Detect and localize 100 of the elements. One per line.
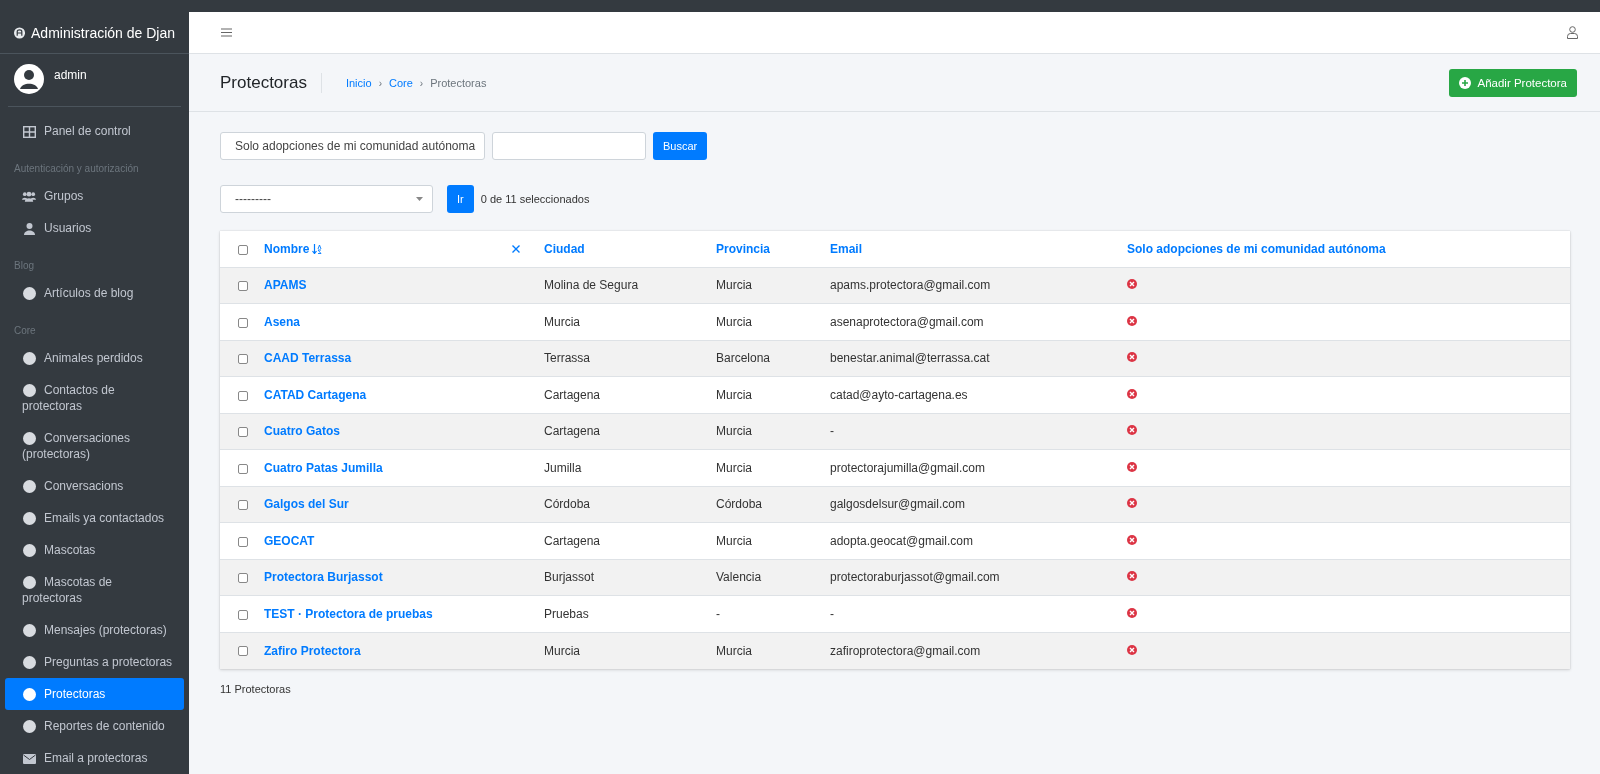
breadcrumb-current[interactable]: Protectoras [430, 77, 487, 89]
name-link[interactable]: Asena [264, 314, 301, 329]
city-cell: Cartagena [536, 413, 708, 450]
row-checkbox[interactable] [238, 573, 248, 584]
province-cell: Murcia [708, 376, 822, 413]
sidebar-section-label: Core [13, 324, 37, 338]
row-checkbox[interactable] [238, 463, 248, 474]
users-icon [22, 191, 36, 203]
envelope-icon [22, 753, 36, 764]
sidebar-item[interactable]: Mascotas de protectoras [5, 566, 184, 614]
email-cell: galgosdelsur@gmail.com [822, 486, 1119, 523]
email-cell: adopta.geocat@gmail.com [822, 522, 1119, 559]
go-button[interactable]: Ir [447, 185, 474, 213]
avatar-icon [14, 64, 44, 94]
name-link[interactable]: GEOCAT [264, 533, 315, 548]
close-icon[interactable] [512, 244, 520, 253]
add-button[interactable]: Añadir Protectora [1448, 69, 1577, 97]
row-checkbox[interactable] [238, 281, 248, 292]
province-cell: Murcia [708, 449, 822, 486]
email-cell: - [822, 413, 1119, 450]
column-header[interactable]: Nombre [264, 241, 310, 256]
row-checkbox[interactable] [238, 390, 248, 401]
province-cell: Barcelona [708, 340, 822, 377]
sidebar-item[interactable]: Animales perdidos [5, 342, 184, 374]
sidebar-item[interactable]: Conversacions [5, 470, 184, 502]
email-cell: apams.protectora@gmail.com [822, 267, 1119, 304]
row-checkbox[interactable] [238, 427, 248, 438]
sidebar-item[interactable]: Artículos de blog [5, 277, 184, 309]
grid-icon [22, 125, 36, 138]
name-link[interactable]: CAAD Terrassa [264, 351, 352, 366]
city-cell: Cartagena [536, 522, 708, 559]
province-cell: Valencia [708, 559, 822, 596]
filter-select[interactable]: Solo adopciones de mi comunidad autónoma [220, 132, 485, 160]
city-cell: Murcia [536, 632, 708, 669]
sidebar-item[interactable]: Reportes de contenido [5, 710, 184, 742]
sidebar-item[interactable]: Mascotas [5, 534, 184, 566]
city-cell: Murcia [536, 303, 708, 340]
circle-icon [22, 384, 36, 398]
circle-icon [22, 352, 36, 366]
email-cell: - [822, 595, 1119, 632]
search-button[interactable]: Buscar [653, 132, 708, 160]
name-link[interactable]: TEST · Protectora de pruebas [264, 606, 433, 621]
name-link[interactable]: Zafiro Protectora [264, 643, 361, 658]
city-cell: Jumilla [536, 449, 708, 486]
column-header[interactable]: Solo adopciones de mi comunidad autónoma [1127, 241, 1386, 256]
row-checkbox[interactable] [238, 500, 248, 511]
breadcrumb-link[interactable]: Inicio [345, 77, 372, 89]
name-link[interactable]: Protectora Burjassot [264, 570, 383, 585]
column-header[interactable]: Ciudad [544, 241, 585, 256]
sidebar-item[interactable]: Usuarios [5, 212, 184, 244]
province-cell: Murcia [708, 303, 822, 340]
sidebar-item[interactable]: Emails ya contactados [5, 502, 184, 534]
user-icon[interactable] [1567, 26, 1578, 39]
user-name: admin [54, 68, 87, 82]
province-cell: Murcia [708, 267, 822, 304]
name-link[interactable]: APAMS [264, 278, 307, 293]
sidebar-item[interactable]: Email a protectoras [5, 742, 184, 774]
row-checkbox[interactable] [238, 536, 248, 547]
breadcrumb-separator: › [378, 77, 382, 89]
sort-icon[interactable] [312, 243, 323, 254]
caret-icon [416, 197, 423, 201]
row-checkbox[interactable] [238, 354, 248, 365]
row-checkbox[interactable] [238, 646, 248, 657]
province-cell: - [708, 595, 822, 632]
sidebar-item[interactable]: Conversaciones (protectoras) [5, 422, 184, 470]
city-cell: Molina de Segura [536, 267, 708, 304]
email-cell: catad@ayto-cartagena.es [822, 376, 1119, 413]
circle-icon [22, 544, 36, 558]
province-cell: Murcia [708, 632, 822, 669]
name-link[interactable]: Cuatro Patas Jumilla [264, 460, 383, 475]
email-cell: protectorajumilla@gmail.com [822, 449, 1119, 486]
column-header[interactable]: Provincia [716, 241, 771, 256]
select-all-checkbox[interactable] [238, 244, 248, 255]
sidebar-item[interactable]: Mensajes (protectoras) [5, 614, 184, 646]
sidebar-item[interactable]: Grupos [5, 180, 184, 212]
sidebar-item[interactable]: Panel de control [5, 115, 184, 147]
name-link[interactable]: Galgos del Sur [264, 497, 349, 512]
circle-icon [22, 576, 36, 590]
result-count: 11 Protectoras [220, 681, 292, 697]
province-cell: Murcia [708, 522, 822, 559]
search-field[interactable] [492, 132, 646, 160]
sidebar-item[interactable]: Contactos de protectoras [5, 374, 184, 422]
circle-icon [22, 688, 36, 702]
name-link[interactable]: CATAD Cartagena [264, 387, 367, 402]
menu-icon[interactable] [221, 28, 232, 37]
column-header[interactable]: Email [830, 241, 862, 256]
name-link[interactable]: Cuatro Gatos [264, 424, 340, 439]
city-cell: Terrassa [536, 340, 708, 377]
sidebar-item[interactable]: Preguntas a protectoras [5, 646, 184, 678]
email-cell: protectoraburjassot@gmail.com [822, 559, 1119, 596]
city-cell: Pruebas [536, 595, 708, 632]
sidebar-item[interactable]: Protectoras [5, 678, 184, 710]
row-checkbox[interactable] [238, 317, 248, 328]
row-checkbox[interactable] [238, 609, 248, 620]
action-select[interactable]: --------- [220, 185, 433, 213]
sidebar-section-label: Blog [13, 259, 35, 273]
selection-count: 0 de 11 seleccionados [480, 193, 590, 205]
city-cell: Cartagena [536, 376, 708, 413]
breadcrumb-link[interactable]: Core [388, 77, 413, 89]
circle-icon [22, 512, 36, 526]
